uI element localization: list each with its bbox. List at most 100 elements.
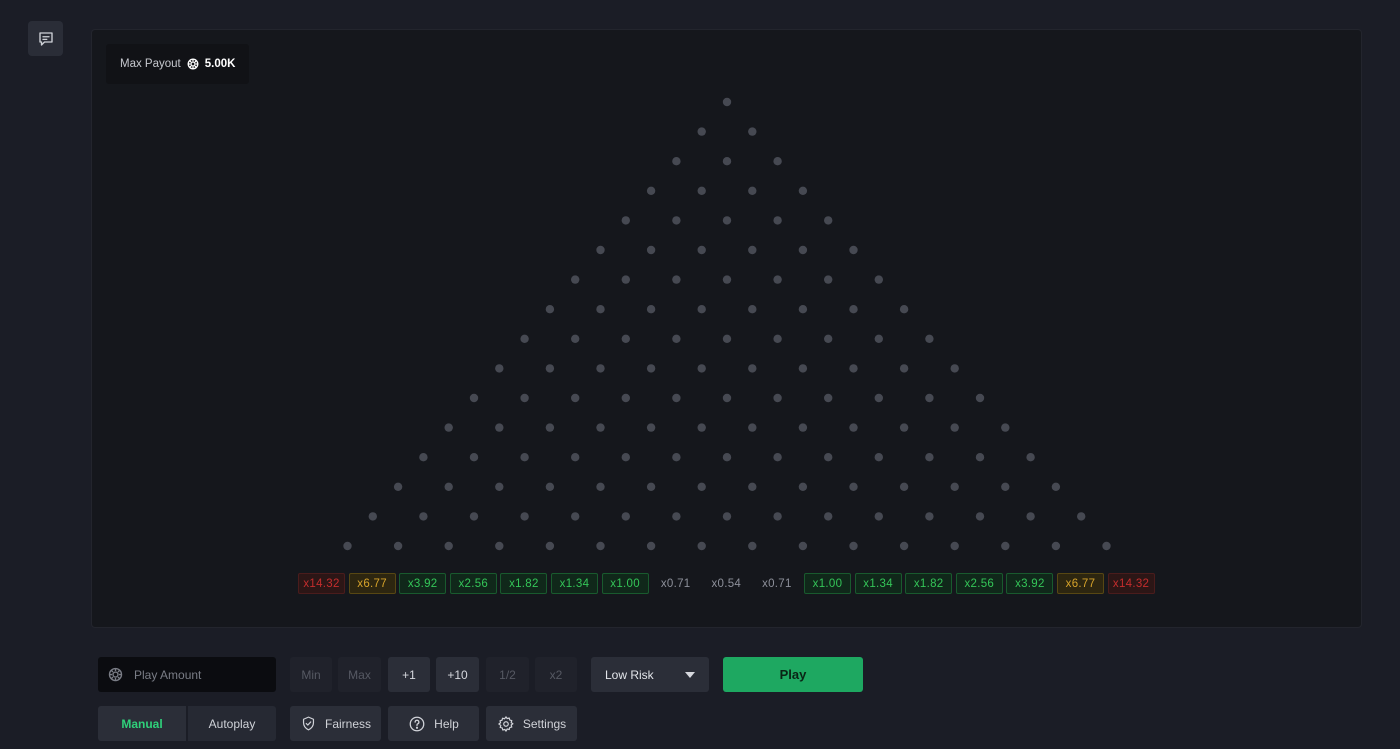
peg — [571, 275, 580, 284]
caret-down-icon — [685, 671, 695, 678]
peg — [874, 334, 883, 343]
multiplier-slot: x0.71 — [762, 577, 792, 590]
gear-icon — [498, 715, 514, 732]
peg — [520, 512, 529, 521]
peg — [849, 305, 858, 314]
peg — [571, 453, 580, 462]
risk-select-value: Low Risk — [605, 667, 654, 682]
plus-one-button[interactable]: +1 — [388, 657, 430, 692]
peg — [950, 364, 959, 373]
peg — [798, 186, 808, 195]
peg — [824, 453, 833, 462]
peg — [798, 305, 808, 314]
peg — [571, 334, 580, 343]
half-button[interactable]: 1/2 — [486, 657, 529, 692]
multiplier-slot: x1.00 — [804, 573, 851, 594]
peg — [925, 512, 934, 521]
peg — [773, 275, 782, 284]
fairness-button[interactable]: Fairness — [290, 706, 381, 741]
peg — [419, 512, 428, 521]
peg — [748, 245, 757, 255]
peg — [722, 157, 732, 166]
max-button[interactable]: Max — [338, 657, 381, 692]
peg — [849, 482, 858, 491]
settings-button[interactable]: Settings — [486, 706, 577, 741]
peg — [925, 393, 934, 403]
peg — [672, 157, 681, 166]
peg — [874, 393, 883, 403]
peg — [545, 305, 555, 314]
peg — [950, 541, 959, 551]
peg — [520, 393, 529, 403]
chat-button[interactable] — [28, 21, 63, 56]
peg — [950, 482, 959, 491]
tab-manual[interactable]: Manual — [98, 706, 186, 741]
peg — [899, 364, 909, 373]
peg — [393, 541, 403, 551]
peg — [798, 482, 808, 491]
multiplier-slot: x0.54 — [711, 577, 742, 590]
peg — [748, 364, 757, 373]
peg — [824, 512, 833, 521]
peg — [469, 393, 479, 403]
peg — [621, 216, 630, 225]
peg — [697, 364, 706, 373]
play-button[interactable]: Play — [723, 657, 863, 692]
peg — [697, 127, 706, 136]
tab-autoplay[interactable]: Autoplay — [188, 706, 276, 741]
peg — [646, 186, 656, 195]
peg — [697, 245, 706, 255]
multiplier-slot: x1.82 — [500, 573, 548, 594]
peg — [520, 453, 529, 462]
peg — [748, 482, 757, 491]
multiplier-slot: x6.77 — [1057, 573, 1104, 594]
peg — [672, 216, 681, 225]
double-button[interactable]: x2 — [535, 657, 577, 692]
peg — [849, 364, 858, 373]
peg — [596, 482, 605, 491]
peg — [1001, 541, 1010, 551]
peg — [722, 512, 732, 521]
peg — [596, 364, 605, 373]
peg — [722, 453, 732, 462]
coin-icon — [108, 667, 123, 682]
peg — [672, 453, 681, 462]
shield-check-icon — [302, 716, 315, 731]
peg — [773, 334, 782, 343]
peg — [925, 334, 934, 343]
peg — [646, 482, 656, 491]
peg — [849, 541, 858, 551]
peg — [596, 423, 605, 432]
min-button[interactable]: Min — [290, 657, 332, 692]
peg — [368, 512, 377, 521]
peg — [899, 423, 909, 432]
peg — [444, 423, 453, 432]
peg — [748, 541, 757, 551]
peg — [495, 482, 504, 491]
peg — [621, 512, 630, 521]
help-label: Help — [434, 716, 459, 731]
peg — [798, 541, 808, 551]
peg — [849, 423, 858, 432]
peg — [646, 364, 656, 373]
peg — [672, 512, 681, 521]
peg — [1001, 482, 1010, 491]
play-amount-input[interactable] — [134, 667, 264, 682]
peg — [646, 541, 656, 551]
peg — [748, 423, 757, 432]
play-amount-field[interactable] — [98, 657, 276, 692]
peg — [722, 393, 732, 403]
plinko-board: Max Payout 5.00K x14.32 x6.77 x3.92 x2.56 x1… — [91, 29, 1362, 628]
peg — [495, 423, 504, 432]
risk-select[interactable]: Low Risk — [591, 657, 709, 692]
peg — [444, 541, 453, 551]
peg — [571, 393, 580, 403]
help-button[interactable]: Help — [388, 706, 479, 741]
peg — [798, 364, 808, 373]
peg — [874, 453, 883, 462]
peg — [621, 334, 630, 343]
multiplier-slot: x3.92 — [399, 573, 447, 594]
plus-ten-button[interactable]: +10 — [436, 657, 479, 692]
help-icon — [409, 716, 425, 731]
peg — [874, 512, 883, 521]
